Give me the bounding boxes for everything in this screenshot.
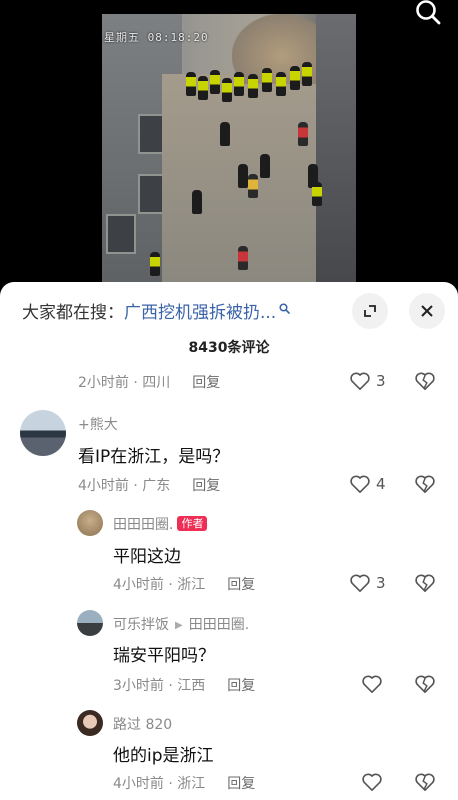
comment-username-text: 可乐拌饭	[113, 617, 169, 633]
expand-icon	[364, 305, 376, 317]
heart-icon	[362, 675, 382, 693]
video-person	[248, 74, 258, 98]
heart-icon	[350, 372, 370, 390]
comment-username[interactable]: 田田田圈. 作者	[113, 514, 208, 534]
like-button[interactable]: 3	[349, 573, 386, 593]
video-person	[150, 252, 160, 276]
comment-username[interactable]: +熊大	[78, 414, 118, 434]
search-icon[interactable]	[414, 0, 442, 26]
dislike-icon[interactable]	[414, 674, 436, 694]
author-badge: 作者	[177, 516, 208, 531]
comment-text: 他的ip是浙江	[113, 746, 214, 766]
comment-time-location: 4小时前 · 浙江	[113, 776, 206, 792]
comment-time-location: 2小时前 · 四川	[78, 375, 171, 391]
close-button[interactable]	[409, 293, 445, 329]
like-count: 3	[376, 574, 386, 592]
video-person	[234, 72, 244, 96]
expand-button[interactable]	[352, 293, 388, 329]
dislike-icon[interactable]	[414, 772, 436, 792]
reply-button[interactable]: 回复	[227, 577, 255, 593]
like-button[interactable]: 4	[349, 474, 386, 494]
video-frame	[102, 14, 356, 282]
video-window	[106, 214, 136, 254]
reply-button[interactable]: 回复	[192, 478, 220, 494]
video-timestamp-overlay: 星期五 08:18:20	[104, 31, 209, 44]
comment-text: 平阳这边	[113, 547, 181, 567]
comment-meta: 4小时前 · 广东 回复	[78, 475, 220, 495]
reply-button[interactable]: 回复	[227, 678, 255, 694]
like-count: 4	[376, 475, 386, 493]
dislike-icon[interactable]	[414, 573, 436, 593]
hot-search-term: 广西挖机强拆被扔...	[124, 303, 277, 323]
video-person	[312, 182, 322, 206]
video-person	[290, 66, 300, 90]
like-button[interactable]	[361, 674, 398, 694]
hot-search-link[interactable]: 大家都在搜：广西挖机强拆被扔...	[22, 298, 291, 323]
comment-text: 看IP在浙江，是吗？	[78, 447, 230, 467]
avatar[interactable]	[20, 410, 66, 456]
video-person	[248, 174, 258, 198]
heart-icon	[362, 773, 382, 791]
video-person	[238, 164, 248, 188]
comment-username[interactable]: 路过 820	[113, 714, 172, 734]
reply-button[interactable]: 回复	[227, 776, 255, 792]
comment-time-location: 4小时前 · 广东	[78, 478, 171, 494]
heart-icon	[350, 475, 370, 493]
like-count: 3	[376, 372, 386, 390]
video-building-right	[316, 14, 356, 282]
video-person	[260, 154, 270, 178]
comment-meta: 2小时前 · 四川 回复	[78, 372, 220, 392]
comment-time-location: 4小时前 · 浙江	[113, 577, 206, 593]
comment-username[interactable]: 可乐拌饭 ▶ 田田田圈.	[113, 614, 249, 634]
reply-button[interactable]: 回复	[192, 375, 220, 391]
like-button[interactable]: 3	[349, 371, 386, 391]
dislike-icon[interactable]	[414, 474, 436, 494]
video-person	[238, 246, 248, 270]
comment-panel: 大家都在搜：广西挖机强拆被扔... 8430条评论 2小时前 · 四川 回复 3 …	[0, 282, 458, 800]
video-person	[262, 68, 272, 92]
dislike-icon[interactable]	[414, 371, 436, 391]
video-person	[302, 62, 312, 86]
video-person	[210, 70, 220, 94]
avatar[interactable]	[77, 710, 103, 736]
video-person	[276, 72, 286, 96]
comment-meta: 4小时前 · 浙江 回复	[113, 773, 255, 793]
comment-text: 瑞安平阳吗？	[113, 646, 215, 666]
comment-username-text: 田田田圈.	[113, 517, 174, 533]
comment-meta: 4小时前 · 浙江 回复	[113, 574, 255, 594]
avatar[interactable]	[77, 510, 103, 536]
comment-count: 8430条评论	[188, 340, 270, 356]
reply-to-username: 田田田圈.	[188, 617, 250, 633]
heart-icon	[350, 574, 370, 592]
like-button[interactable]	[361, 772, 398, 792]
search-small-icon	[279, 303, 291, 314]
video-person	[220, 122, 230, 146]
video-person	[192, 190, 202, 214]
hot-search-prefix: 大家都在搜：	[22, 303, 124, 323]
comment-time-location: 3小时前 · 江西	[113, 678, 206, 694]
video-person	[222, 78, 232, 102]
video-person	[298, 122, 308, 146]
video-person	[186, 72, 196, 96]
comment-meta: 3小时前 · 江西 回复	[113, 675, 255, 695]
avatar[interactable]	[77, 610, 103, 636]
video-player[interactable]: 星期五 08:18:20	[0, 0, 458, 282]
video-person	[198, 76, 208, 100]
close-icon	[421, 305, 433, 317]
reply-arrow-icon: ▶	[175, 620, 183, 631]
